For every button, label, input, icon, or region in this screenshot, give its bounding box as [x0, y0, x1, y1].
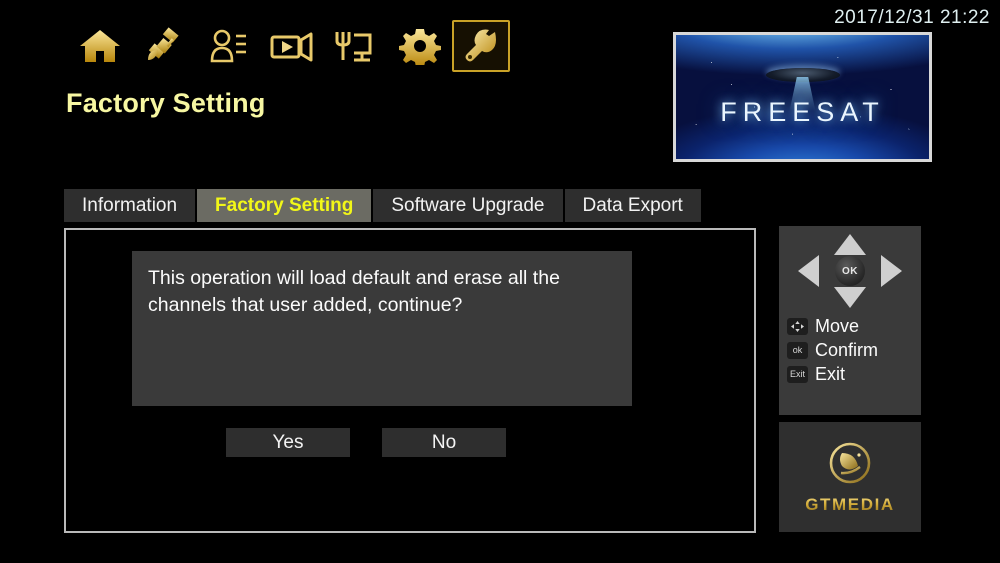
dpad-control: OK — [798, 234, 902, 308]
dpad-up-arrow-icon[interactable] — [834, 234, 866, 255]
tab-factory-setting[interactable]: Factory Setting — [197, 189, 372, 222]
home-icon[interactable] — [68, 18, 132, 74]
legend-label-move: Move — [815, 315, 860, 336]
dpad-down-arrow-icon[interactable] — [834, 287, 866, 308]
legend-row-exit: Exit Exit — [787, 362, 921, 386]
content-panel: This operation will load default and era… — [64, 228, 756, 533]
main-menu-iconbar — [68, 18, 510, 74]
tab-information[interactable]: Information — [64, 189, 196, 222]
dialog-message-text: This operation will load default and era… — [148, 267, 560, 316]
ok-button[interactable]: OK — [835, 256, 865, 286]
gear-icon[interactable] — [388, 18, 452, 74]
tab-data-export[interactable]: Data Export — [564, 189, 701, 222]
user-list-icon[interactable] — [196, 18, 260, 74]
tab-software-upgrade[interactable]: Software Upgrade — [373, 189, 563, 222]
video-camera-icon[interactable] — [260, 18, 324, 74]
video-preview-window[interactable]: FREESAT — [673, 32, 932, 162]
key-legend: Move ok Confirm Exit Exit — [787, 314, 921, 386]
ok-key-icon: ok — [787, 341, 808, 359]
no-button[interactable]: No — [382, 428, 506, 457]
dialog-button-row: Yes No — [66, 428, 758, 457]
dpad-right-arrow-icon[interactable] — [881, 255, 902, 287]
monitor-fork-icon[interactable] — [324, 18, 388, 74]
wrench-icon[interactable] — [452, 20, 510, 72]
satellite-icon[interactable] — [132, 18, 196, 74]
freesat-logo-text: FREESAT — [720, 97, 885, 127]
legend-label-confirm: Confirm — [815, 339, 879, 360]
page-title: Factory Setting — [66, 88, 266, 118]
yes-button[interactable]: Yes — [226, 428, 350, 457]
legend-label-exit: Exit — [815, 363, 846, 384]
preview-ufo-icon — [765, 68, 840, 82]
exit-key-icon: Exit — [787, 365, 808, 383]
tv-settings-screen: 2017/12/31 21:22 Factory Setting FREESAT… — [0, 0, 1000, 563]
brand-panel: GTMEDIA — [779, 422, 921, 532]
help-panel: OK Move ok Confirm Exit Exit — [779, 226, 921, 415]
gtmedia-brand-text: GTMEDIA — [805, 494, 895, 514]
gtmedia-satellite-dish-icon — [827, 440, 873, 491]
confirmation-dialog: This operation will load default and era… — [132, 251, 632, 406]
legend-row-move: Move — [787, 314, 921, 338]
legend-row-confirm: ok Confirm — [787, 338, 921, 362]
dpad-left-arrow-icon[interactable] — [798, 255, 819, 287]
datetime-display: 2017/12/31 21:22 — [834, 7, 990, 28]
four-arrows-icon — [787, 317, 808, 335]
tab-bar: Information Factory Setting Software Upg… — [64, 189, 701, 222]
